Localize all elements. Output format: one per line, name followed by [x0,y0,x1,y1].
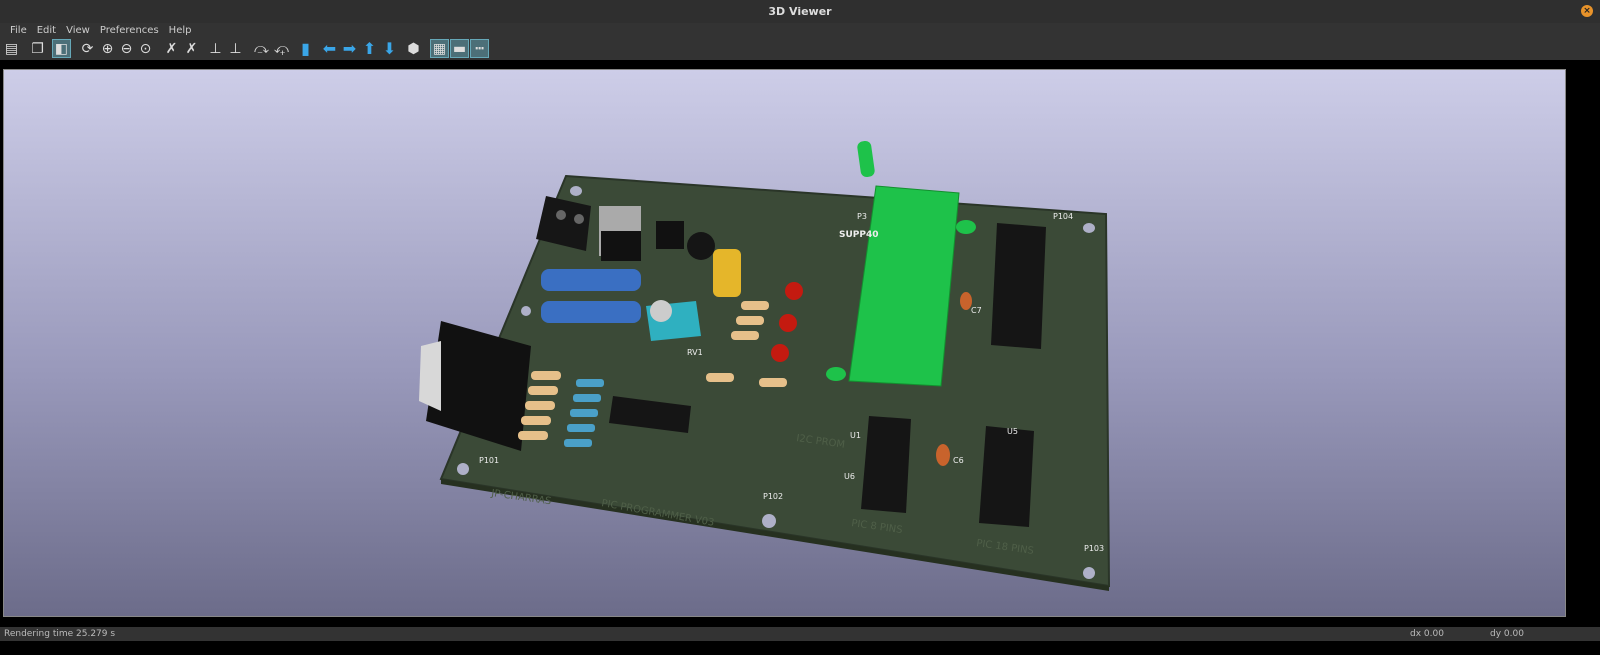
show-through-hole-icon[interactable]: ▦ [430,39,449,58]
label-u6: U6 [844,472,855,481]
rotate-y-ccw-icon[interactable]: ⊥ [226,39,245,58]
window-title: 3D Viewer [768,5,832,18]
rotate-x-ccw-icon[interactable]: ✗ [182,39,201,58]
label-u1: U1 [850,431,861,440]
label-p3: P3 [857,212,867,221]
label-p101: P101 [479,456,499,465]
dy-readout: dy 0.00 [1490,629,1524,639]
dx-readout: dx 0.00 [1410,629,1444,639]
toolbar: ▤ ❐ ◧ ⟳ ⊕ ⊖ ⊙ ✗ ✗ ⊥ ⊥ ⤼ ⤽ ▮ ⬅ ➡ ⬆ ⬇ ⬢ ▦ ▬ ┅ [0,38,1600,60]
show-virtual-icon[interactable]: ┅ [470,39,489,58]
label-p103: P103 [1084,544,1104,553]
label-p102: P102 [763,492,783,501]
zoom-out-icon[interactable]: ⊖ [117,39,136,58]
move-right-icon[interactable]: ➡ [340,39,359,58]
rotate-z-ccw-icon[interactable]: ⤽ [272,39,291,58]
ic-socket-p104 [991,223,1046,349]
rotate-y-cw-icon[interactable]: ⊥ [206,39,225,58]
menu-preferences[interactable]: Preferences [95,23,164,38]
reload-icon[interactable]: ⟳ [78,39,97,58]
zoom-in-icon[interactable]: ⊕ [98,39,117,58]
label-c6: C6 [953,456,964,465]
show-smd-icon[interactable]: ▬ [450,39,469,58]
pcb-3d-render: P3 SUPP40 P104 P101 P102 P103 RV1 U1 U6 … [419,140,1111,591]
menu-file[interactable]: File [5,23,32,38]
label-supp40: SUPP40 [839,230,879,240]
label-rv1: RV1 [687,348,703,357]
view-3d-toggle-icon[interactable]: ◧ [52,39,71,58]
ic-socket-u5 [979,426,1034,527]
label-p104: P104 [1053,212,1073,221]
menu-help[interactable]: Help [164,23,197,38]
close-icon[interactable]: × [1581,5,1593,17]
3d-viewport[interactable]: P3 SUPP40 P104 P101 P102 P103 RV1 U1 U6 … [3,69,1566,617]
ortho-view-icon[interactable]: ⬢ [404,39,423,58]
menu-view[interactable]: View [61,23,95,38]
move-up-icon[interactable]: ⬆ [360,39,379,58]
flip-board-icon[interactable]: ▮ [296,39,315,58]
status-bar: Rendering time 25.279 s dx 0.00 dy 0.00 [0,627,1600,641]
title-bar: 3D Viewer × [0,0,1600,23]
rotate-x-cw-icon[interactable]: ✗ [162,39,181,58]
move-down-icon[interactable]: ⬇ [380,39,399,58]
rotate-z-cw-icon[interactable]: ⤼ [252,39,271,58]
ic-socket-u1-u6 [861,416,911,513]
label-c7: C7 [971,306,982,315]
menu-edit[interactable]: Edit [32,23,61,38]
copy-clipboard-icon[interactable]: ❐ [28,39,47,58]
menu-bar: File Edit View Preferences Help [0,23,1600,38]
move-left-icon[interactable]: ⬅ [320,39,339,58]
render-time: Rendering time 25.279 s [4,629,116,639]
render-raytrace-icon[interactable]: ▤ [2,39,21,58]
zoom-fit-icon[interactable]: ⊙ [136,39,155,58]
label-u5: U5 [1007,427,1018,436]
